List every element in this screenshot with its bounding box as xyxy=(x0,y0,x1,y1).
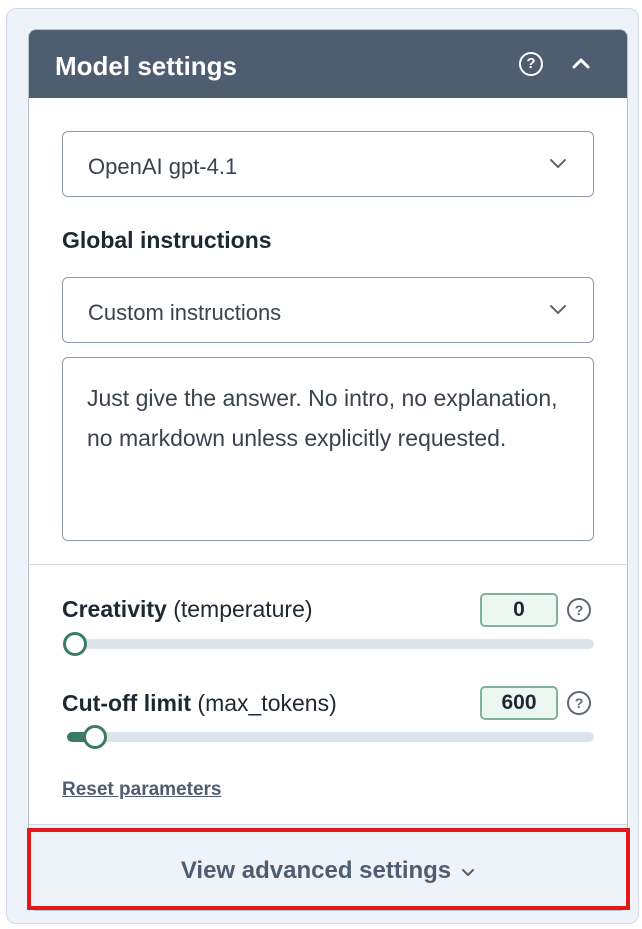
chevron-down-icon xyxy=(550,159,566,168)
cutoff-label: Cut-off limit (max_tokens) xyxy=(62,690,337,717)
help-circle-icon[interactable]: ? xyxy=(519,52,543,76)
cutoff-label-rest: (max_tokens) xyxy=(191,690,337,716)
panel-title: Model settings xyxy=(55,51,238,81)
global-instructions-label: Global instructions xyxy=(62,227,272,253)
creativity-label: Creativity (temperature) xyxy=(62,596,313,623)
chevron-down-icon xyxy=(550,305,566,314)
creativity-slider[interactable] xyxy=(63,632,594,656)
creativity-value-input[interactable]: 0 xyxy=(480,593,558,627)
creativity-label-bold: Creativity xyxy=(62,596,167,622)
cutoff-label-bold: Cut-off limit xyxy=(62,690,192,716)
panel-header[interactable]: Model settings ? xyxy=(29,30,627,98)
divider xyxy=(29,564,627,565)
reset-parameters-link[interactable]: Reset parameters xyxy=(62,779,221,801)
instructions-select[interactable]: Custom instructions xyxy=(62,277,594,343)
cutoff-slider-thumb[interactable] xyxy=(83,725,108,749)
help-circle-icon[interactable]: ? xyxy=(567,691,591,715)
model-select[interactable]: OpenAI gpt-4.1 xyxy=(62,131,594,197)
cutoff-slider[interactable] xyxy=(67,725,594,749)
instructions-textarea[interactable]: Just give the answer. No intro, no expla… xyxy=(62,357,594,541)
creativity-label-rest: (temperature) xyxy=(166,596,313,622)
instructions-select-value: Custom instructions xyxy=(88,300,282,325)
chevron-up-icon[interactable] xyxy=(567,50,595,78)
model-settings-panel: Model settings ? OpenAI gpt-4.1 Global i… xyxy=(28,29,628,911)
help-circle-icon[interactable]: ? xyxy=(567,598,591,622)
model-select-value: OpenAI gpt-4.1 xyxy=(88,154,238,179)
highlight-box xyxy=(27,828,630,910)
cutoff-value-input[interactable]: 600 xyxy=(480,686,558,720)
creativity-slider-thumb[interactable] xyxy=(63,632,87,656)
